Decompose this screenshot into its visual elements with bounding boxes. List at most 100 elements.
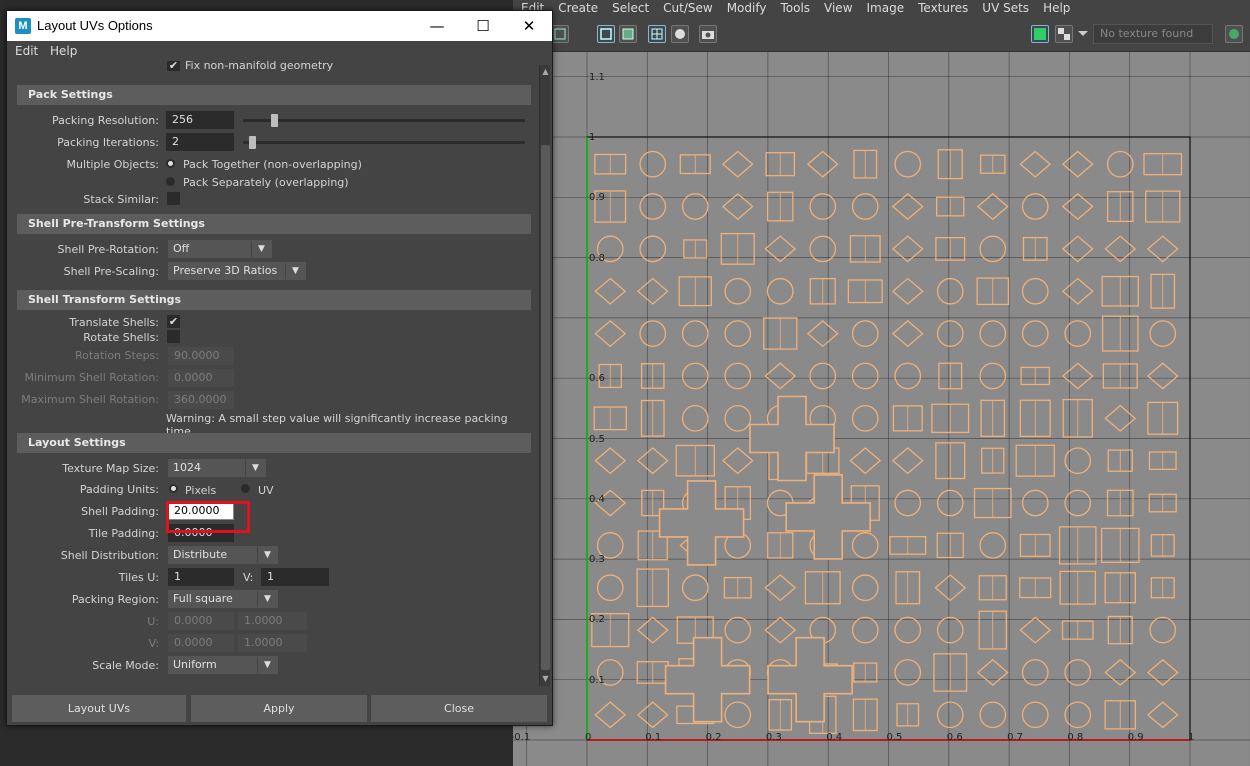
dialog-scrollbar[interactable]: ▲ ▼ bbox=[539, 65, 550, 686]
menu-select[interactable]: Select bbox=[612, 1, 649, 15]
shell-transform-header[interactable]: Shell Transform Settings bbox=[17, 290, 531, 310]
v-axis-tick-label: 0.6 bbox=[589, 373, 605, 385]
checker-icon[interactable] bbox=[1055, 25, 1073, 43]
uv-shell bbox=[594, 447, 627, 475]
stack-similar-checkbox[interactable] bbox=[167, 192, 180, 205]
uv-shell bbox=[1064, 659, 1092, 686]
uv-shell-cross bbox=[664, 636, 751, 723]
uv-shell bbox=[1021, 489, 1049, 517]
shell-distribution-value: Distribute bbox=[173, 548, 228, 561]
shell-pre-transform-header[interactable]: Shell Pre-Transform Settings bbox=[17, 214, 531, 234]
packing-iterations-field[interactable]: 2 bbox=[166, 133, 234, 151]
padding-uv-radio[interactable] bbox=[241, 484, 250, 493]
chevron-down-icon: ▼ bbox=[257, 591, 277, 607]
translate-shells-checkbox[interactable]: ✔ bbox=[167, 315, 180, 328]
close-button[interactable]: Close bbox=[371, 695, 547, 722]
scrollbar-thumb[interactable] bbox=[541, 145, 550, 670]
region-v-min-field: 0.0000 bbox=[168, 634, 234, 652]
sphere-icon[interactable] bbox=[671, 25, 689, 43]
scroll-up-icon[interactable]: ▲ bbox=[541, 67, 550, 77]
uv-shell bbox=[724, 616, 752, 644]
uv-editor-menubar: Edit Create Select Cut/Sew Modify Tools … bbox=[513, 0, 1250, 16]
menu-uv-sets[interactable]: UV Sets bbox=[982, 1, 1029, 15]
menu-modify[interactable]: Modify bbox=[727, 1, 767, 15]
chevron-down-icon[interactable] bbox=[1075, 25, 1088, 43]
packing-iterations-slider[interactable] bbox=[243, 141, 525, 144]
uv-shell bbox=[596, 574, 624, 602]
shell-pre-rotation-dropdown[interactable]: Off ▼ bbox=[168, 240, 272, 258]
packing-resolution-handle[interactable] bbox=[270, 114, 278, 127]
maximize-icon[interactable]: ☐ bbox=[460, 11, 506, 41]
packing-region-label: Packing Region: bbox=[71, 593, 159, 606]
uv-shell bbox=[594, 320, 627, 348]
uv-shell bbox=[1019, 616, 1052, 644]
grid-display-icon[interactable] bbox=[648, 25, 666, 43]
uv-shell bbox=[806, 320, 839, 348]
packing-region-dropdown[interactable]: Full square ▼ bbox=[168, 590, 278, 608]
uv-shell bbox=[1064, 489, 1092, 517]
uv-shell bbox=[639, 150, 667, 178]
tiles-u-field[interactable]: 1 bbox=[168, 568, 234, 586]
apply-button[interactable]: Apply bbox=[191, 695, 367, 722]
minimize-icon[interactable]: — bbox=[414, 11, 460, 41]
menu-view[interactable]: View bbox=[824, 1, 852, 15]
grid-snap-icon[interactable] bbox=[551, 25, 569, 43]
texture-field[interactable]: No texture found bbox=[1093, 24, 1213, 44]
u-axis-tick-label: 0.3 bbox=[765, 732, 782, 743]
dialog-menu-help[interactable]: Help bbox=[50, 44, 77, 58]
dialog-menu-edit[interactable]: Edit bbox=[15, 44, 38, 58]
menu-help[interactable]: Help bbox=[1043, 1, 1070, 15]
min-shell-rotation-field: 0.0000 bbox=[168, 369, 234, 387]
uv-shell bbox=[1021, 320, 1049, 347]
packing-iterations-handle[interactable] bbox=[248, 136, 256, 149]
scale-mode-dropdown[interactable]: Uniform ▼ bbox=[168, 656, 278, 674]
uv-shell bbox=[891, 447, 924, 475]
uv-shell bbox=[724, 277, 752, 305]
uv-shell bbox=[764, 362, 797, 390]
layout-settings-header[interactable]: Layout Settings bbox=[17, 433, 531, 453]
shell-distribution-dropdown[interactable]: Distribute ▼ bbox=[168, 546, 278, 564]
scroll-down-icon[interactable]: ▼ bbox=[541, 674, 550, 684]
rotate-shells-checkbox[interactable] bbox=[167, 330, 180, 343]
region-v-label: V: bbox=[148, 637, 159, 650]
fix-non-manifold-checkbox[interactable]: ✔ bbox=[167, 61, 180, 71]
padding-uv-label[interactable]: UV bbox=[258, 484, 274, 497]
menu-cut-sew[interactable]: Cut/Sew bbox=[663, 1, 713, 15]
uv-shell bbox=[936, 320, 964, 347]
shell-pre-scaling-dropdown[interactable]: Preserve 3D Ratios ▼ bbox=[168, 262, 306, 280]
region-u-max-field: 1.0000 bbox=[238, 612, 307, 630]
tiles-v-field[interactable]: 1 bbox=[261, 568, 329, 586]
packing-resolution-slider[interactable] bbox=[243, 119, 525, 122]
uv-shell bbox=[894, 150, 922, 178]
uv-shell bbox=[979, 532, 1007, 559]
translate-shells-label: Translate Shells: bbox=[69, 316, 159, 329]
rotation-steps-label: Rotation Steps: bbox=[75, 349, 159, 362]
pack-separately-label[interactable]: Pack Separately (overlapping) bbox=[183, 176, 349, 189]
camera-icon[interactable] bbox=[699, 25, 717, 43]
menu-textures[interactable]: Textures bbox=[918, 1, 968, 15]
pack-together-radio[interactable] bbox=[166, 159, 175, 168]
uv-shell-icon[interactable] bbox=[597, 25, 615, 43]
image-display-icon[interactable] bbox=[1031, 25, 1049, 43]
tile-padding-label: Tile Padding: bbox=[88, 527, 159, 540]
uv-shell bbox=[851, 616, 879, 644]
pack-settings-header[interactable]: Pack Settings bbox=[17, 85, 531, 105]
pack-together-label[interactable]: Pack Together (non-overlapping) bbox=[183, 158, 362, 171]
pack-separately-radio[interactable] bbox=[166, 177, 175, 186]
shaded-uv-icon[interactable] bbox=[619, 25, 637, 43]
layout-uvs-button[interactable]: Layout UVs bbox=[12, 695, 186, 722]
padding-pixels-label[interactable]: Pixels bbox=[185, 484, 216, 497]
packing-resolution-label: Packing Resolution: bbox=[52, 114, 159, 127]
uv-viewport[interactable]: 1.1 1 0.9 0.8 0.6 0.5 0.4 0.3 0.2 0.1 -0.1 0 0.1 0.2 0… bbox=[513, 52, 1250, 766]
close-icon[interactable]: ✕ bbox=[506, 11, 552, 41]
dialog-titlebar[interactable]: M Layout UVs Options — ☐ ✕ bbox=[7, 11, 552, 41]
packing-region-value: Full square bbox=[173, 592, 233, 605]
menu-tools[interactable]: Tools bbox=[780, 1, 810, 15]
menu-image[interactable]: Image bbox=[867, 1, 905, 15]
uv-shell bbox=[681, 404, 709, 432]
texture-map-size-dropdown[interactable]: 1024 ▼ bbox=[168, 459, 266, 477]
rgb-channel-icon[interactable] bbox=[1225, 25, 1243, 43]
packing-resolution-field[interactable]: 256 bbox=[166, 111, 234, 129]
padding-pixels-radio[interactable] bbox=[169, 484, 178, 493]
menu-create[interactable]: Create bbox=[558, 1, 598, 15]
